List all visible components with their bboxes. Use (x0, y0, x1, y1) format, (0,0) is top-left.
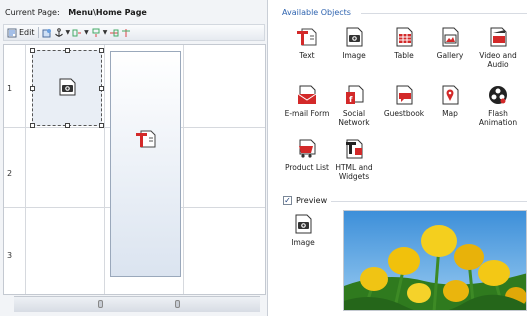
grid-line (183, 45, 184, 294)
preview-image (343, 210, 527, 311)
object-image[interactable]: Image (331, 26, 377, 60)
gallery-icon (442, 27, 459, 47)
map-icon (442, 85, 459, 105)
resize-handle[interactable] (30, 86, 35, 91)
object-flash-animation[interactable]: Flash Animation (475, 84, 521, 127)
text-block[interactable] (110, 51, 181, 277)
edit-label: Edit (19, 28, 35, 37)
object-label: Social Network (338, 109, 370, 127)
flash-icon (489, 86, 507, 104)
page-layout-panel: Current Page: Menu\Home Page Edit ▼ ▼ ▼ (0, 0, 268, 316)
social-icon: f (346, 85, 364, 104)
merge-cells-icon[interactable] (109, 28, 119, 38)
preview-label: Preview (296, 196, 328, 205)
object-label: Image (342, 51, 366, 60)
video-icon (490, 27, 507, 47)
image-icon (59, 78, 76, 96)
preview-checkbox[interactable]: ✓ (283, 196, 292, 205)
insert-row-button[interactable]: ▼ (91, 28, 108, 38)
insert-column-icon (72, 29, 82, 36)
object-label: Flash Animation (478, 109, 518, 127)
properties-icon[interactable] (42, 28, 52, 38)
row-number: 3 (7, 251, 13, 260)
current-page-value: Menu\Home Page (68, 8, 147, 17)
anchor-icon (54, 27, 63, 37)
object-guestbook[interactable]: Guestbook (381, 84, 427, 118)
object-video[interactable]: Video and Audio (475, 26, 521, 69)
object-gallery[interactable]: Gallery (427, 26, 473, 60)
row-number: 1 (7, 84, 13, 93)
object-product-list[interactable]: Product List (284, 138, 330, 172)
preview-object-image: Image (280, 213, 326, 247)
object-label: Text (299, 51, 315, 60)
edit-icon (7, 28, 17, 37)
text-icon (297, 28, 317, 46)
object-table[interactable]: Table (381, 26, 427, 60)
grid-line (104, 45, 105, 294)
resize-handle[interactable] (30, 48, 35, 53)
edit-button[interactable]: Edit (7, 28, 35, 38)
object-label: Guestbook (383, 109, 425, 118)
object-label: Table (394, 51, 414, 60)
available-objects-title: Available Objects (282, 8, 351, 17)
table-icon (396, 27, 413, 47)
layout-toolbar: Edit ▼ ▼ ▼ (3, 24, 265, 41)
anchor-button[interactable]: ▼ (54, 27, 71, 38)
text-icon (136, 130, 156, 148)
resize-handle[interactable] (65, 123, 70, 128)
object-label: E-mail Form (284, 109, 330, 118)
chevron-down-icon: ▼ (65, 29, 71, 36)
email-icon (297, 85, 317, 104)
grid-line (25, 45, 26, 294)
insert-column-button[interactable]: ▼ (72, 28, 89, 38)
resize-handle[interactable] (99, 86, 104, 91)
resize-handle[interactable] (99, 48, 104, 53)
object-label: Product List (285, 163, 329, 172)
object-text[interactable]: Text (284, 26, 330, 60)
chevron-down-icon: ▼ (102, 29, 108, 36)
image-icon (295, 214, 312, 234)
column-splitter-handle[interactable] (175, 300, 180, 308)
object-social-network[interactable]: f Social Network (331, 84, 377, 127)
object-label: Map (442, 109, 458, 118)
layout-grid: 1 2 3 (3, 44, 266, 295)
object-label: HTML and Widgets (335, 163, 373, 181)
object-html-widgets[interactable]: HTML and Widgets (331, 138, 377, 181)
horizontal-scrollbar[interactable] (14, 296, 260, 312)
resize-handle[interactable] (65, 48, 70, 53)
divider (361, 13, 527, 14)
column-splitter-handle[interactable] (98, 300, 103, 308)
divider (331, 201, 527, 202)
object-label: Gallery (436, 51, 464, 60)
chevron-down-icon: ▼ (84, 29, 89, 36)
svg-text:f: f (349, 95, 353, 104)
current-page: Current Page: Menu\Home Page (5, 8, 147, 17)
guestbook-icon (396, 85, 413, 105)
objects-panel: Available Objects Text Image Table Galle… (269, 0, 531, 316)
product-icon (299, 139, 316, 158)
insert-row-icon (92, 28, 100, 37)
resize-handle[interactable] (99, 123, 104, 128)
selected-image-block[interactable] (30, 48, 104, 128)
object-map[interactable]: Map (427, 84, 473, 118)
html-icon (346, 139, 363, 159)
image-icon (346, 27, 363, 47)
resize-handle[interactable] (30, 123, 35, 128)
object-label: Video and Audio (479, 51, 517, 69)
tulips-image (344, 211, 526, 310)
object-email-form[interactable]: E-mail Form (284, 84, 330, 118)
toolbar-separator (37, 27, 39, 38)
current-page-label: Current Page: (5, 8, 60, 17)
preview-item-label: Image (291, 238, 315, 247)
row-number: 2 (7, 169, 13, 178)
split-cells-icon[interactable] (121, 28, 131, 38)
